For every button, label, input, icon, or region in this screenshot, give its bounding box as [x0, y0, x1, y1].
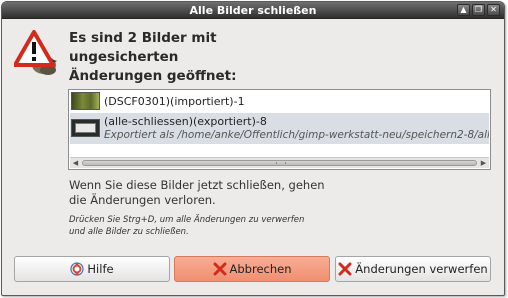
image-thumbnail — [71, 119, 100, 137]
window-title: Alle Bilder schließen — [189, 4, 317, 17]
info-text: Wenn Sie diese Bilder jetzt schließen, g… — [69, 178, 325, 207]
close-icon[interactable]: ✕ — [487, 4, 500, 16]
dialog-headline: Es sind 2 Bilder mit ungesicherten Änder… — [69, 30, 237, 84]
help-icon — [70, 262, 85, 276]
shortcut-hint: Drücken Sie Strg+D, um alle Änderungen z… — [69, 215, 305, 237]
list-item[interactable]: (alle-schliessen)(exportiert)-8 Exportie… — [70, 113, 489, 144]
warning-icon — [14, 30, 57, 75]
scrollbar-thumb[interactable] — [82, 160, 477, 166]
cancel-button[interactable]: Abbrechen — [174, 256, 330, 282]
scroll-left-icon[interactable]: ◀ — [71, 159, 80, 168]
restore-icon[interactable]: ❐ — [472, 4, 485, 16]
horizontal-scrollbar[interactable]: ◀ ▶ — [70, 157, 489, 168]
discard-icon — [338, 262, 352, 276]
image-list[interactable]: (DSCF0301)(importiert)-1 (alle-schliesse… — [68, 89, 491, 170]
help-button[interactable]: Hilfe — [14, 256, 170, 282]
image-name: (alle-schliessen)(exportiert)-8 — [104, 115, 267, 128]
cancel-icon — [213, 262, 226, 276]
discard-button-label: Änderungen verwerfen — [355, 262, 488, 276]
help-button-label: Hilfe — [87, 262, 114, 276]
image-name: (DSCF0301)(importiert)-1 — [104, 95, 245, 108]
window-controls: ▲ ❐ ✕ — [457, 4, 500, 16]
scroll-right-icon[interactable]: ▶ — [479, 159, 488, 168]
discard-changes-button[interactable]: Änderungen verwerfen — [335, 256, 491, 282]
dialog-window: Alle Bilder schließen ▲ ❐ ✕ Es sind 2 Bi… — [1, 1, 505, 296]
list-item[interactable]: (DSCF0301)(importiert)-1 — [70, 91, 489, 112]
image-thumbnail — [71, 92, 100, 110]
title-bar[interactable]: Alle Bilder schließen ▲ ❐ ✕ — [2, 2, 504, 19]
image-export-path: Exportiert als /home/anke/Öffentlich/gim… — [104, 129, 489, 141]
cancel-button-label: Abbrechen — [229, 262, 292, 276]
up-icon[interactable]: ▲ — [457, 4, 470, 16]
